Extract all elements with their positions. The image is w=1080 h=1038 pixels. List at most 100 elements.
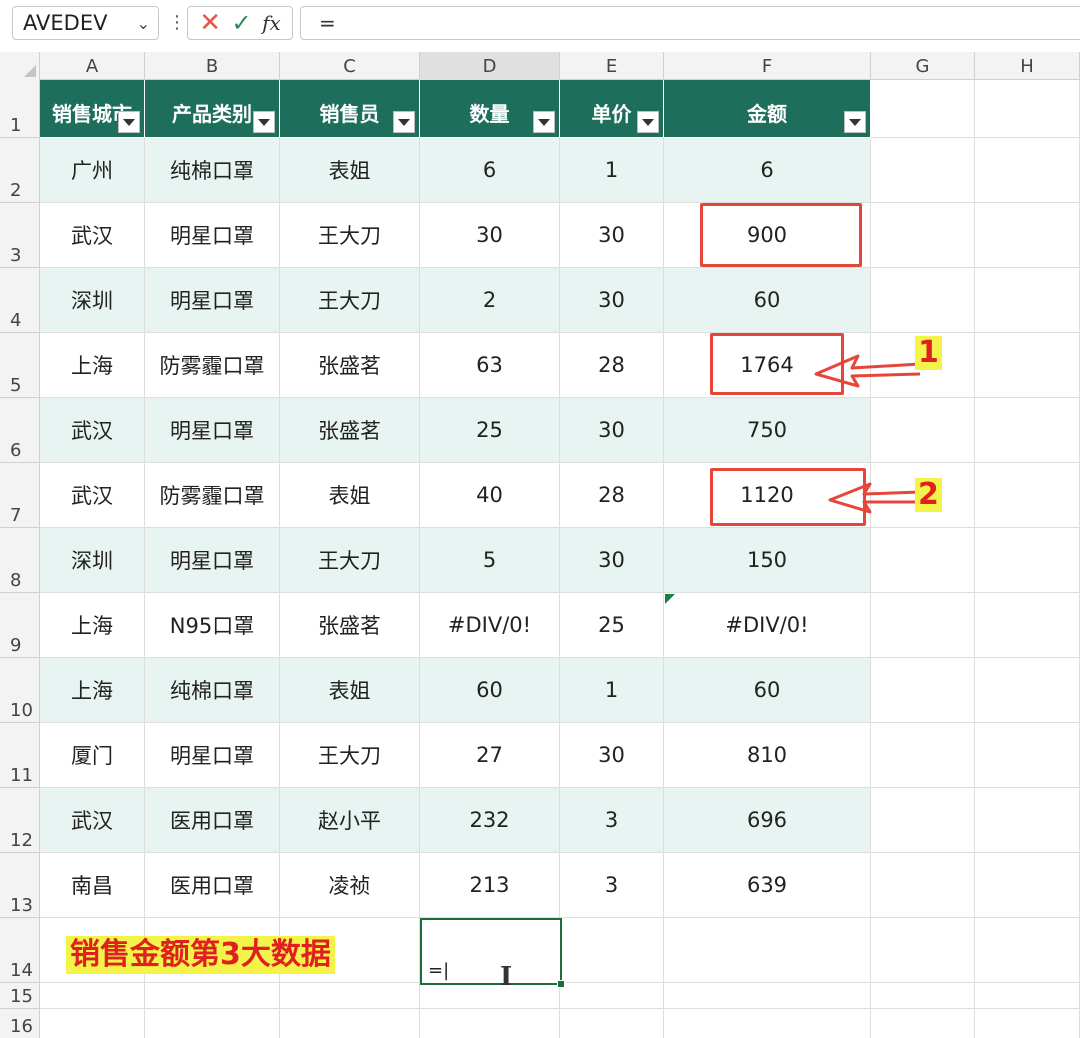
table-cell[interactable]: 232 <box>420 788 560 853</box>
enter-icon[interactable]: ✓ <box>232 9 252 37</box>
chevron-down-icon[interactable]: ⌄ <box>137 14 150 33</box>
row-header-12[interactable]: 12 <box>0 788 40 853</box>
table-cell[interactable]: 医用口罩 <box>145 788 280 853</box>
table-cell[interactable]: 武汉 <box>40 398 145 463</box>
column-header-A[interactable]: A <box>40 52 145 80</box>
table-cell[interactable]: 张盛茗 <box>280 398 420 463</box>
table-cell[interactable]: 5 <box>420 528 560 593</box>
table-cell[interactable]: 武汉 <box>40 463 145 528</box>
column-header-F[interactable]: F <box>664 52 871 80</box>
table-header-F[interactable]: 金额 <box>664 80 871 138</box>
table-cell[interactable]: 28 <box>560 463 664 528</box>
table-cell[interactable]: 750 <box>664 398 871 463</box>
cell-G15[interactable] <box>871 983 975 1009</box>
table-cell[interactable]: 3 <box>560 853 664 918</box>
table-cell[interactable]: 25 <box>560 593 664 658</box>
cell-F16[interactable] <box>664 1009 871 1038</box>
table-cell[interactable]: 6 <box>420 138 560 203</box>
cell-F15[interactable] <box>664 983 871 1009</box>
cell-G8[interactable] <box>871 528 975 593</box>
cell-H8[interactable] <box>975 528 1080 593</box>
row-header-9[interactable]: 9 <box>0 593 40 658</box>
table-cell[interactable]: 30 <box>560 528 664 593</box>
cell-C16[interactable] <box>280 1009 420 1038</box>
cell-E14[interactable] <box>560 918 664 983</box>
table-header-B[interactable]: 产品类别 <box>145 80 280 138</box>
row-header-10[interactable]: 10 <box>0 658 40 723</box>
table-cell[interactable]: 防雾霾口罩 <box>145 463 280 528</box>
table-cell[interactable]: 40 <box>420 463 560 528</box>
table-cell[interactable]: 纯棉口罩 <box>145 658 280 723</box>
table-cell[interactable]: 1 <box>560 658 664 723</box>
cell-F14[interactable] <box>664 918 871 983</box>
table-cell[interactable]: 6 <box>664 138 871 203</box>
table-cell[interactable]: 150 <box>664 528 871 593</box>
row-header-1[interactable]: 1 <box>0 80 40 138</box>
row-header-8[interactable]: 8 <box>0 528 40 593</box>
table-cell[interactable]: 防雾霾口罩 <box>145 333 280 398</box>
column-header-D[interactable]: D <box>420 52 560 80</box>
formula-input[interactable]: = <box>300 6 1080 40</box>
cell-G12[interactable] <box>871 788 975 853</box>
cell-A15[interactable] <box>40 983 145 1009</box>
table-cell[interactable]: 医用口罩 <box>145 853 280 918</box>
table-cell[interactable]: 纯棉口罩 <box>145 138 280 203</box>
cell-G6[interactable] <box>871 398 975 463</box>
table-cell[interactable]: N95口罩 <box>145 593 280 658</box>
table-cell[interactable]: 30 <box>560 203 664 268</box>
table-cell[interactable]: 上海 <box>40 333 145 398</box>
cell-G1[interactable] <box>871 80 975 138</box>
table-cell[interactable]: 凌祯 <box>280 853 420 918</box>
more-options-icon[interactable]: ⋮ <box>168 12 186 33</box>
table-cell[interactable]: 广州 <box>40 138 145 203</box>
cell-E16[interactable] <box>560 1009 664 1038</box>
filter-dropdown-icon[interactable] <box>253 111 275 133</box>
table-cell[interactable]: 30 <box>560 268 664 333</box>
cell-A16[interactable] <box>40 1009 145 1038</box>
cell-H5[interactable] <box>975 333 1080 398</box>
row-header-2[interactable]: 2 <box>0 138 40 203</box>
table-cell[interactable]: 明星口罩 <box>145 203 280 268</box>
row-header-6[interactable]: 6 <box>0 398 40 463</box>
table-cell[interactable]: 3 <box>560 788 664 853</box>
table-cell[interactable]: 王大刀 <box>280 528 420 593</box>
table-cell[interactable]: 明星口罩 <box>145 398 280 463</box>
cell-H14[interactable] <box>975 918 1080 983</box>
table-header-D[interactable]: 数量 <box>420 80 560 138</box>
table-cell[interactable]: 30 <box>560 723 664 788</box>
row-header-11[interactable]: 11 <box>0 723 40 788</box>
cell-H10[interactable] <box>975 658 1080 723</box>
table-cell[interactable]: 810 <box>664 723 871 788</box>
table-cell[interactable]: 60 <box>664 268 871 333</box>
table-cell[interactable]: 王大刀 <box>280 723 420 788</box>
cell-B16[interactable] <box>145 1009 280 1038</box>
table-cell[interactable]: 厦门 <box>40 723 145 788</box>
cell-E15[interactable] <box>560 983 664 1009</box>
table-header-C[interactable]: 销售员 <box>280 80 420 138</box>
table-cell[interactable]: 表姐 <box>280 138 420 203</box>
cell-D15[interactable] <box>420 983 560 1009</box>
filter-dropdown-icon[interactable] <box>637 111 659 133</box>
insert-function-icon[interactable]: fx <box>262 11 281 35</box>
table-cell[interactable]: 深圳 <box>40 268 145 333</box>
cell-G4[interactable] <box>871 268 975 333</box>
table-cell[interactable]: 张盛茗 <box>280 333 420 398</box>
cell-G11[interactable] <box>871 723 975 788</box>
cell-B15[interactable] <box>145 983 280 1009</box>
table-cell[interactable]: 30 <box>560 398 664 463</box>
error-indicator-icon[interactable] <box>665 594 675 604</box>
table-header-A[interactable]: 销售城市 <box>40 80 145 138</box>
row-header-5[interactable]: 5 <box>0 333 40 398</box>
cell-H2[interactable] <box>975 138 1080 203</box>
cell-H9[interactable] <box>975 593 1080 658</box>
row-header-4[interactable]: 4 <box>0 268 40 333</box>
table-cell[interactable]: #DIV/0! <box>420 593 560 658</box>
cell-C15[interactable] <box>280 983 420 1009</box>
cell-D16[interactable] <box>420 1009 560 1038</box>
cell-H3[interactable] <box>975 203 1080 268</box>
row-header-13[interactable]: 13 <box>0 853 40 918</box>
table-cell[interactable]: 696 <box>664 788 871 853</box>
table-cell[interactable]: 武汉 <box>40 788 145 853</box>
filter-dropdown-icon[interactable] <box>393 111 415 133</box>
table-cell[interactable]: 赵小平 <box>280 788 420 853</box>
